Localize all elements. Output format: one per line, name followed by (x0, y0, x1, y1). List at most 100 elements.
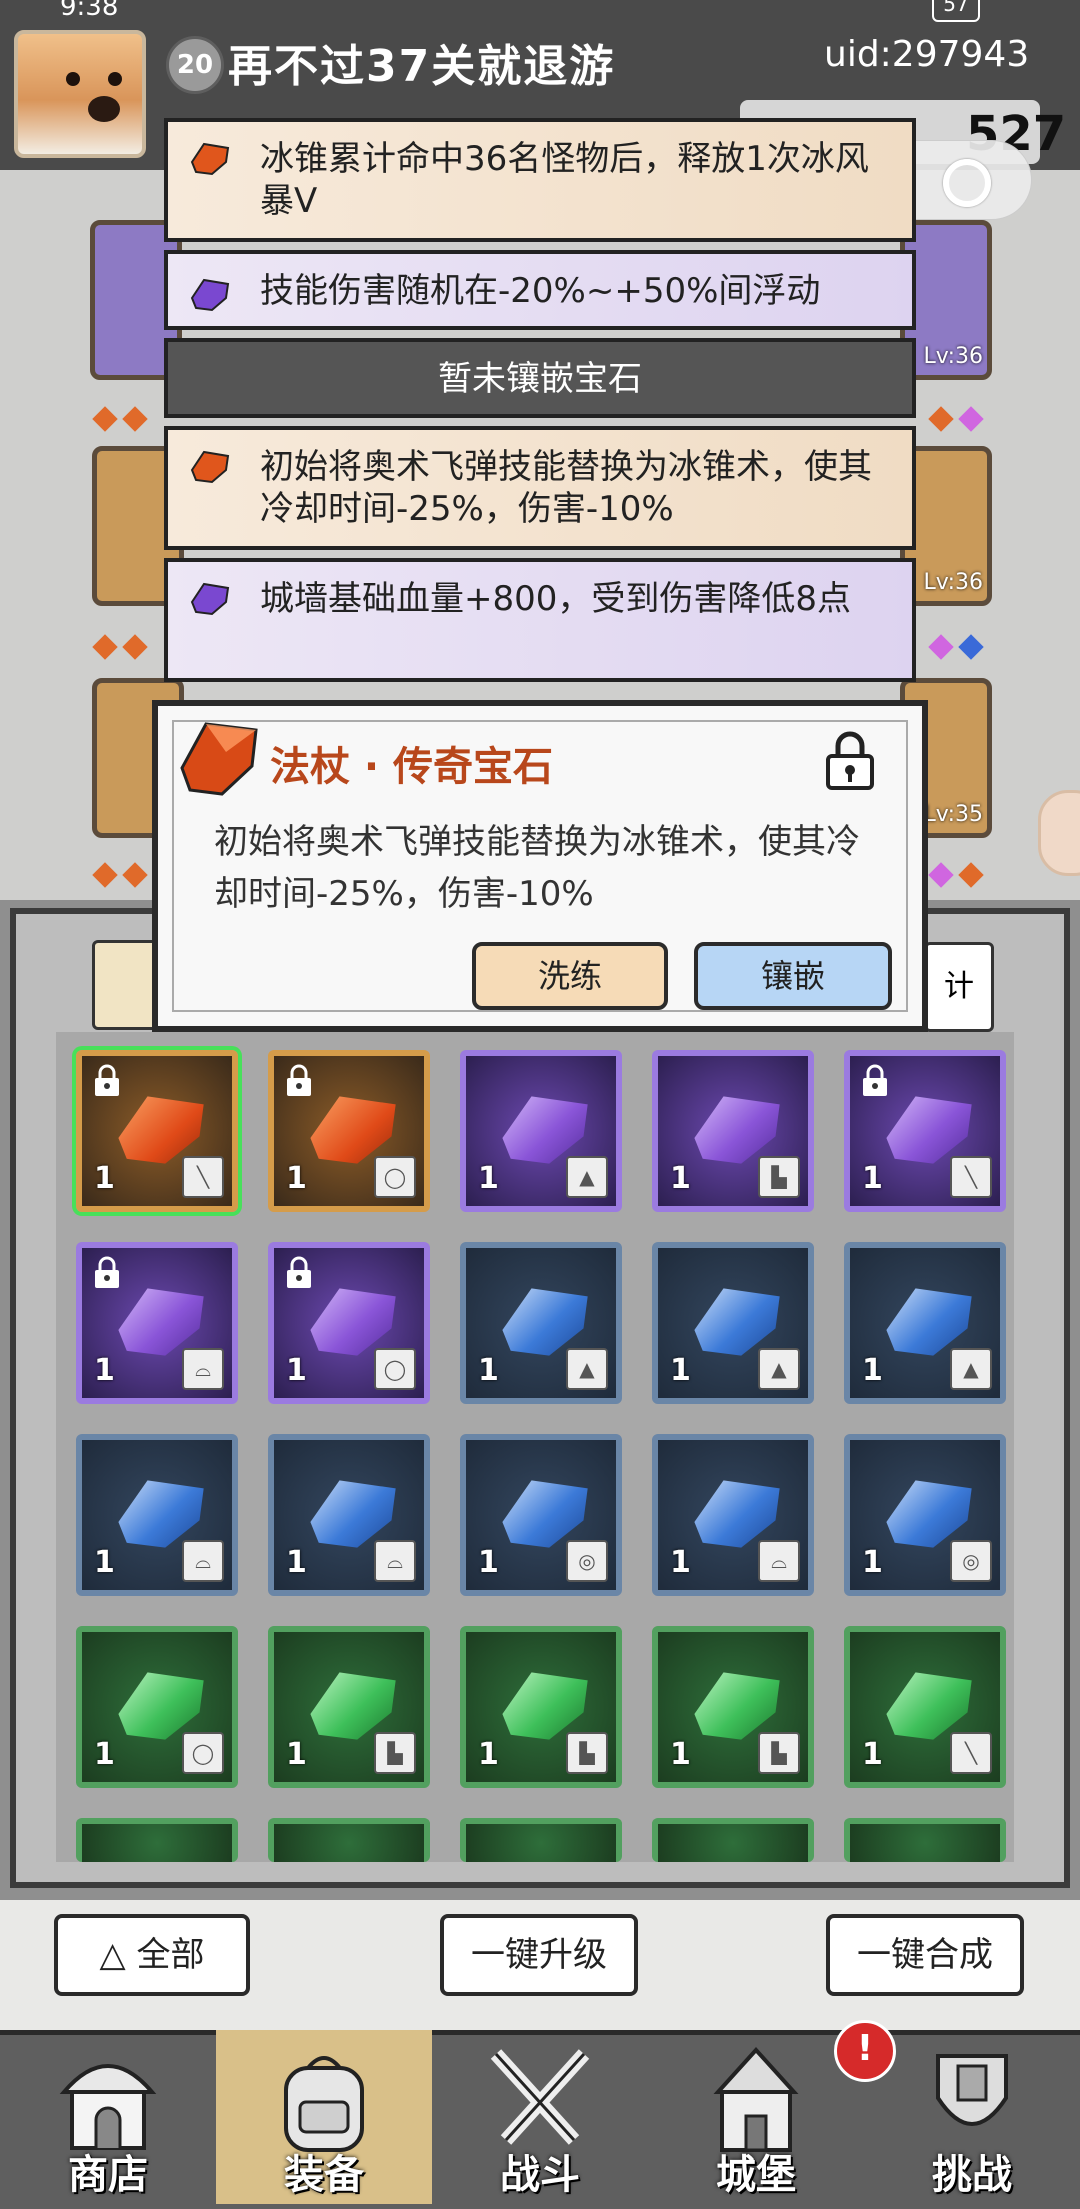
gem-quantity: 1 (670, 1737, 691, 1772)
lock-icon (287, 1256, 311, 1288)
gem-cell-partial[interactable] (844, 1818, 1006, 1862)
armor-icon: ▲ (566, 1156, 608, 1198)
player-name: 再不过37关就退游 (228, 41, 616, 92)
gem-cell-partial[interactable] (460, 1818, 622, 1862)
sort-button[interactable]: 计 (924, 942, 994, 1032)
gem-socket-icon (122, 634, 148, 660)
gem-quantity: 1 (94, 1353, 115, 1388)
ring-icon: ◎ (566, 1540, 608, 1582)
gem-quantity: 1 (286, 1545, 307, 1580)
gem-cell-partial[interactable] (76, 1818, 238, 1862)
popup-description: 初始将奥术飞弹技能替换为冰锥术，使其冷却时间-25%，伤害-10% (214, 822, 860, 914)
gem-quantity: 1 (478, 1737, 499, 1772)
side-drawer-handle[interactable] (1038, 790, 1080, 876)
gem-quantity: 1 (478, 1161, 499, 1196)
gem-quantity: 1 (862, 1545, 883, 1580)
hat-icon: ⌓ (182, 1540, 224, 1582)
effect-text: 冰锥累计命中36名怪物后，释放1次冰风暴V (260, 139, 869, 221)
effect-text: 暂未镶嵌宝石 (438, 359, 642, 399)
gem-cell[interactable]: 1 ◎ (460, 1434, 622, 1596)
nav-item[interactable]: 装备 (216, 2030, 432, 2204)
gem-cell-partial[interactable] (652, 1818, 814, 1862)
status-time: 9:38 (60, 0, 119, 22)
orange-gem-icon (190, 450, 230, 484)
gem-cell[interactable]: 1 ⌓ (652, 1434, 814, 1596)
gem-cell-partial[interactable] (268, 1818, 430, 1862)
refine-button[interactable]: 洗练 (472, 942, 668, 1010)
one-click-merge-button[interactable]: 一键合成 (826, 1914, 1024, 1996)
gem-cell[interactable]: 1 ⌓ (76, 1242, 238, 1404)
gem-socket-icon (122, 406, 148, 432)
filter-all-button[interactable]: △ 全部 (54, 1914, 250, 1996)
effect-text: 初始将奥术飞弹技能替换为冰锥术，使其冷却时间-25%，伤害-10% (260, 447, 872, 529)
boots-icon: ▙ (566, 1732, 608, 1774)
gem-cell[interactable]: 1 ▲ (844, 1242, 1006, 1404)
equip-level: Lv:36 (923, 344, 983, 369)
gem-quantity: 1 (862, 1161, 883, 1196)
hat-icon: ⌓ (758, 1540, 800, 1582)
boots-icon: ▙ (758, 1156, 800, 1198)
inlay-button[interactable]: 镶嵌 (694, 942, 892, 1010)
effect-row: 技能伤害随机在-20%~+50%间浮动 (164, 250, 916, 330)
gem-cell[interactable]: 1 ◯ (268, 1242, 430, 1404)
effect-text: 城墙基础血量+800，受到伤害降低8点 (260, 579, 852, 619)
gem-cell[interactable]: 1 ╲ (844, 1050, 1006, 1212)
nav-item[interactable]: 商店 (0, 2030, 216, 2204)
triangle-icon: △ (99, 1935, 126, 1975)
gem-cell[interactable]: 1 ╲ (76, 1050, 238, 1212)
nav-label: 商店 (68, 2152, 148, 2198)
effect-row: 城墙基础血量+800，受到伤害降低8点 (164, 558, 916, 682)
gem-cell[interactable]: 1 ◯ (268, 1050, 430, 1212)
gem-socket-icon (958, 862, 984, 888)
gem-socket-icon (958, 406, 984, 432)
gem-cell[interactable]: 1 ╲ (844, 1626, 1006, 1788)
purple-gem-icon (190, 582, 230, 616)
backpack-icon (266, 2046, 382, 2156)
gem-quantity: 1 (94, 1545, 115, 1580)
gem-socket-icon (92, 634, 118, 660)
armor-icon: ▲ (758, 1348, 800, 1390)
gem-cell[interactable]: 1 ▲ (652, 1242, 814, 1404)
nav-item[interactable]: 战斗 (432, 2030, 648, 2204)
gem-quantity: 1 (94, 1161, 115, 1196)
gem-socket-icon (928, 862, 954, 888)
gem-quantity: 1 (286, 1353, 307, 1388)
nav-label: 装备 (284, 2152, 364, 2198)
gem-socket-icon (92, 862, 118, 888)
necklace-icon: ◯ (182, 1732, 224, 1774)
gem-quantity: 1 (862, 1353, 883, 1388)
lock-icon (95, 1256, 119, 1288)
gem-cell[interactable]: 1 ▲ (460, 1242, 622, 1404)
gem-cell[interactable]: 1 ◯ (76, 1626, 238, 1788)
nav-item[interactable]: 城堡 (648, 2030, 864, 2204)
popup-title: 法杖 · 传奇宝石 (270, 744, 554, 790)
lock-icon (95, 1064, 119, 1096)
gem-quantity: 1 (862, 1737, 883, 1772)
hat-icon: ⌓ (182, 1348, 224, 1390)
lock-icon[interactable] (824, 730, 876, 792)
gem-cell[interactable]: 1 ◎ (844, 1434, 1006, 1596)
gem-cell[interactable]: 1 ⌓ (268, 1434, 430, 1596)
gem-cell[interactable]: 1 ▙ (460, 1626, 622, 1788)
gem-quantity: 1 (670, 1161, 691, 1196)
gem-cell[interactable]: 1 ▙ (268, 1626, 430, 1788)
effect-row: 初始将奥术飞弹技能替换为冰锥术，使其冷却时间-25%，伤害-10% (164, 426, 916, 550)
gem-cell[interactable]: 1 ▲ (460, 1050, 622, 1212)
close-icon[interactable] (943, 159, 991, 207)
gem-cell[interactable]: 1 ⌓ (76, 1434, 238, 1596)
staff-icon: ╲ (950, 1732, 992, 1774)
effect-text: 技能伤害随机在-20%~+50%间浮动 (260, 271, 821, 311)
nav-label: 挑战 (932, 2152, 1012, 2198)
ring-icon: ◎ (950, 1540, 992, 1582)
lock-icon (863, 1064, 887, 1096)
gem-socket-icon (928, 634, 954, 660)
gem-cell[interactable]: 1 ▙ (652, 1626, 814, 1788)
gem-detail-popup: 法杖 · 传奇宝石 初始将奥术飞弹技能替换为冰锥术，使其冷却时间-25%，伤害-… (152, 700, 928, 1032)
nav-label: 战斗 (500, 2152, 580, 2198)
avatar[interactable] (14, 30, 146, 158)
one-click-upgrade-button[interactable]: 一键升级 (440, 1914, 638, 1996)
swords-icon (482, 2046, 598, 2156)
gem-cell[interactable]: 1 ▙ (652, 1050, 814, 1212)
nav-item[interactable]: 挑战 (864, 2030, 1080, 2204)
filter-all-label: 全部 (136, 1935, 205, 1975)
